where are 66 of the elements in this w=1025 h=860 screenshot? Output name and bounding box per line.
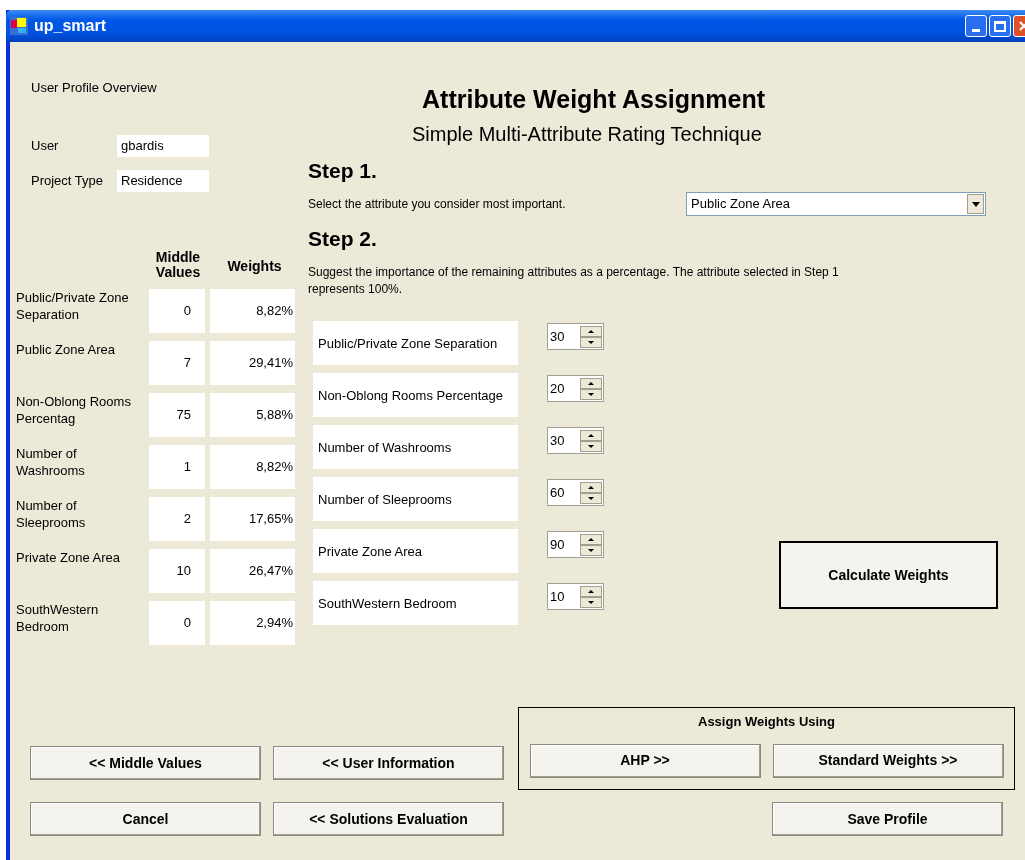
text-field[interactable]: Residence [117,170,209,192]
field-label: User [30,137,60,156]
attribute-label: SouthWestern Bedroom [313,581,518,625]
step-heading: Step 2. [308,226,378,252]
maximize-button[interactable] [989,15,1011,37]
spin-arrows-icon [580,533,602,556]
spin-arrows-icon [580,377,602,400]
attribute-label: Non-Oblong Rooms Percentage [313,373,518,417]
attribute-label: Number of Sleeprooms [16,497,87,532]
button[interactable]: << User Information [273,746,504,780]
instruction-text: Select the attribute you consider most important. [308,196,567,213]
column-header: Weights [226,259,283,276]
window-title: up_smart [34,16,107,36]
weight-cell: 29,41% [210,341,295,385]
attribute-label: Non-Oblong Rooms Percentag [16,393,132,428]
button[interactable]: Cancel [30,802,261,836]
spin-arrows-icon [580,481,602,504]
spin-arrows-icon [580,325,602,348]
app-icon [10,17,28,35]
spin-box[interactable]: 60 [547,479,604,506]
weight-cell: 8,82% [210,445,295,489]
value-cell: 0 [149,601,205,645]
attribute-label: Private Zone Area [313,529,518,573]
spin-arrows-icon [580,429,602,452]
spin-box[interactable]: 20 [547,375,604,402]
instruction-text: Suggest the importance of the remaining attributes as a percentage. The attribute selected in Step 1 represents 100%. [308,264,840,298]
page-title: Attribute Weight Assignment [422,84,766,114]
column-header: Middle Values [154,250,202,280]
group-label: Assign Weights Using [698,713,835,731]
button[interactable]: Standard Weights >> [772,743,1004,778]
calculate-button[interactable]: Calculate Weights [779,541,998,609]
value-cell: 2 [149,497,205,541]
value-cell: 0 [149,289,205,333]
attribute-label: Public Zone Area [16,341,116,359]
button[interactable]: << Solutions Evaluation [273,802,504,836]
value-cell: 1 [149,445,205,489]
spin-box[interactable]: 30 [547,323,604,350]
minimize-button[interactable] [965,15,987,37]
spin-arrows-icon [580,585,602,608]
attribute-label: Public/Private Zone Separation [313,321,518,365]
step-heading: Step 1. [308,158,378,184]
field-label: Project Type [30,172,105,191]
attribute-label: Private Zone Area [16,549,122,567]
attribute-label: Number of Sleeprooms [313,477,518,521]
weight-cell: 2,94% [210,601,295,645]
weight-cell: 17,65% [210,497,295,541]
weight-cell: 26,47% [210,549,295,593]
attribute-label: Public/Private Zone Separation [16,289,130,324]
weight-cell: 5,88% [210,393,295,437]
button[interactable]: AHP >> [529,743,761,778]
attribute-label: Number of Washrooms [313,425,518,469]
value-cell: 7 [149,341,205,385]
text-field[interactable]: gbardis [117,135,209,157]
page-subtitle: Simple Multi-Attribute Rating Technique [412,122,762,146]
weight-cell: 8,82% [210,289,295,333]
button[interactable]: Save Profile [772,802,1003,836]
value-cell: 10 [149,549,205,593]
attribute-label: SouthWestern Bedroom [16,601,100,636]
button[interactable]: << Middle Values [30,746,261,780]
attribute-label: Number of Washrooms [16,445,86,480]
spin-box[interactable]: 90 [547,531,604,558]
dropdown[interactable]: Public Zone Area [686,192,986,216]
spin-box[interactable]: 30 [547,427,604,454]
section-heading: User Profile Overview [30,79,158,96]
spin-box[interactable]: 10 [547,583,604,610]
value-cell: 75 [149,393,205,437]
